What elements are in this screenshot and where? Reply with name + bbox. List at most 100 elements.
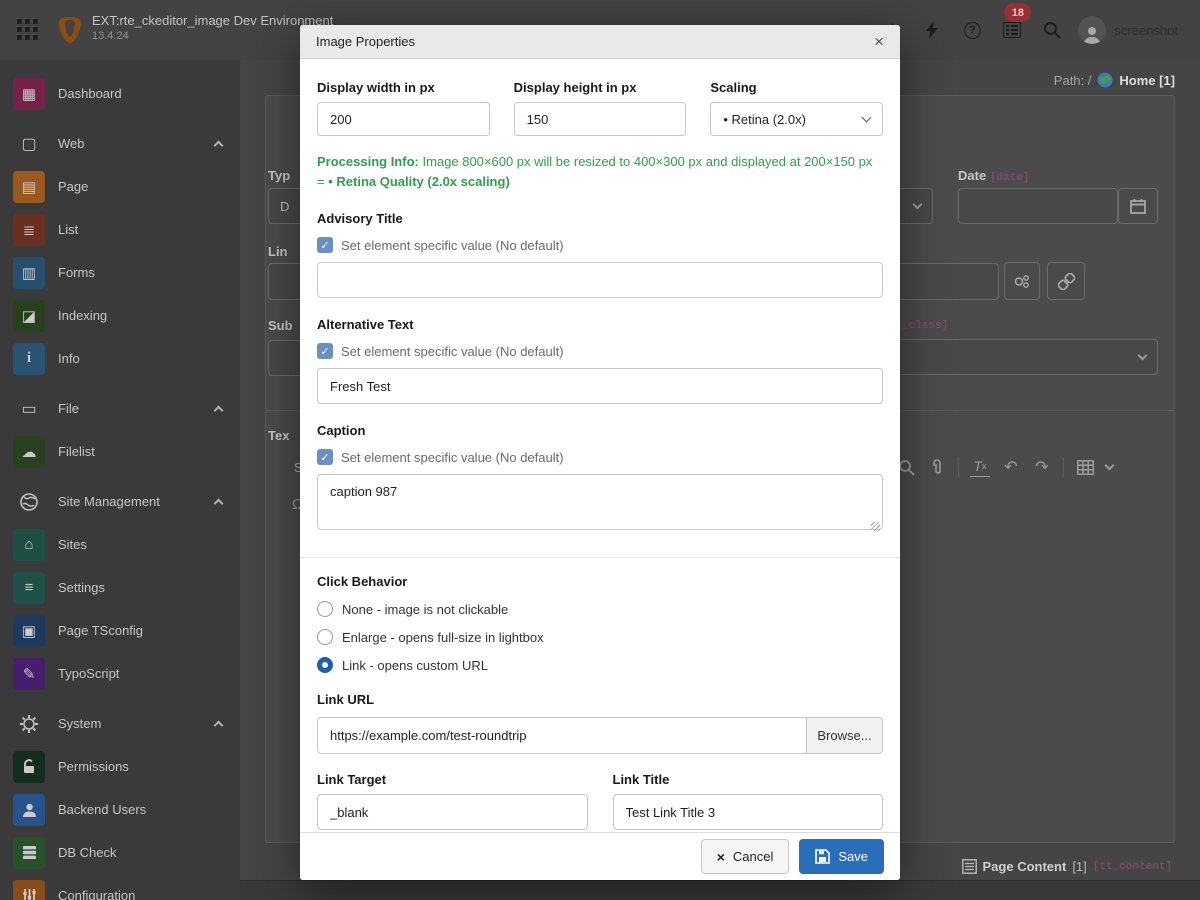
radio-link-circle[interactable] [317, 657, 333, 673]
link-target-label: Link Target [317, 772, 588, 787]
date-tag: [date] [990, 172, 1030, 184]
sidebar-item-dashboard[interactable]: ▦Dashboard [0, 72, 240, 115]
link-wizard-button[interactable] [1004, 262, 1040, 300]
caption-textarea-wrap: caption 987 [317, 474, 883, 535]
sidebar-item-sites[interactable]: ⌂Sites [0, 523, 240, 566]
link-url-label: Link URL [317, 692, 374, 707]
avatar-person-icon [1082, 24, 1102, 44]
advisory-checkbox-row: ✓ Set element specific value (No default… [317, 234, 883, 256]
file-image-icon: ▭ [13, 393, 45, 425]
modal-close-icon[interactable]: × [874, 33, 884, 50]
radio-link[interactable]: Link - opens custom URL [317, 657, 883, 673]
path-label: Path: / [1054, 73, 1092, 88]
browse-button[interactable]: Browse... [807, 717, 883, 754]
link-browser-button[interactable] [1047, 262, 1085, 300]
height-field-group: Display height in px [514, 80, 687, 136]
remove-format-icon[interactable]: Tx [970, 457, 990, 477]
link-url-input[interactable] [317, 717, 807, 754]
sidebar-item-settings[interactable]: ≡Settings [0, 566, 240, 609]
lock-icon [13, 751, 45, 783]
advisory-title-group: Advisory Title ✓ Set element specific va… [317, 210, 883, 298]
chevron-down-icon [913, 200, 923, 210]
sidebar-item-configuration[interactable]: Configuration [0, 874, 240, 900]
link-target-input[interactable] [317, 794, 588, 830]
undo-icon[interactable]: ↶ [1001, 457, 1021, 477]
link-meta-row: Link Target Link Title [317, 772, 883, 830]
sidebar-section-site-management[interactable]: Site Management [0, 480, 240, 523]
sidebar-item-page[interactable]: ▤Page [0, 165, 240, 208]
current-page[interactable]: Home [1] [1119, 73, 1175, 88]
sidebar-item-list[interactable]: ≣List [0, 208, 240, 251]
radio-none-label: None - image is not clickable [342, 602, 508, 617]
sidebar-item-db-check[interactable]: DB Check [0, 831, 240, 874]
toolbar-separator [1063, 457, 1064, 477]
advisory-title-input[interactable] [317, 262, 883, 298]
link-title-input[interactable] [613, 794, 884, 830]
sidebar-item-backend-users[interactable]: Backend Users [0, 788, 240, 831]
sidebar-item-label: Forms [58, 265, 222, 280]
alternative-text-group: Alternative Text ✓ Set element specific … [317, 316, 883, 404]
width-input[interactable] [317, 102, 490, 136]
link-url-input-group: Browse... [317, 717, 883, 754]
advisory-checkbox[interactable]: ✓ [317, 237, 333, 253]
alternative-text-input[interactable] [317, 368, 883, 404]
caption-label: Caption [317, 423, 365, 438]
caption-textarea[interactable]: caption 987 [317, 474, 883, 530]
sidebar-item-label: Page [58, 179, 222, 194]
sliders-icon [13, 880, 45, 900]
gear-icon [13, 708, 45, 740]
sidebar-section-label: System [58, 716, 215, 731]
save-button[interactable]: Save [799, 839, 884, 874]
alternative-text-label: Alternative Text [317, 317, 414, 332]
module-grid-icon[interactable] [17, 19, 41, 41]
sidebar-item-filelist[interactable]: ☁Filelist [0, 430, 240, 473]
sidebar-item-forms[interactable]: ▥Forms [0, 251, 240, 294]
chevron-up-icon [214, 720, 224, 730]
scaling-label: Scaling [710, 80, 883, 95]
height-input[interactable] [514, 102, 687, 136]
app-title: EXT:rte_ckeditor_image Dev Environment [92, 13, 333, 28]
caption-checkbox[interactable]: ✓ [317, 449, 333, 465]
sidebar-item-permissions[interactable]: Permissions [0, 745, 240, 788]
radio-none-circle[interactable] [317, 601, 333, 617]
alternative-checkbox[interactable]: ✓ [317, 343, 333, 359]
sidebar-section-file[interactable]: ▭File [0, 387, 240, 430]
sidebar-item-label: DB Check [58, 845, 222, 860]
date-field-label: Date [date] [958, 168, 1029, 184]
flush-cache-button[interactable] [912, 0, 952, 60]
sidebar-section-system[interactable]: System [0, 702, 240, 745]
redo-icon[interactable]: ↷ [1032, 457, 1052, 477]
sidebar-item-page-tsconfig[interactable]: ▣Page TSconfig [0, 609, 240, 652]
sidebar-item-info[interactable]: iInfo [0, 337, 240, 380]
chevron-down-icon[interactable] [1105, 461, 1115, 471]
sidebar-item-typoscript[interactable]: ✎TypoScript [0, 652, 240, 695]
table-icon[interactable] [1075, 457, 1095, 477]
modal-footer: × Cancel Save [300, 832, 900, 880]
advisory-title-label: Advisory Title [317, 211, 403, 226]
user-icon [13, 794, 45, 826]
caption-group: Caption ✓ Set element specific value (No… [317, 422, 883, 535]
resize-handle[interactable] [871, 522, 880, 531]
system-log-button[interactable]: 18 [992, 0, 1032, 60]
search-button[interactable] [1032, 0, 1072, 60]
breadcrumb: Path: / Home [1] [1054, 72, 1175, 88]
date-picker-button[interactable] [1118, 188, 1158, 224]
bottom-bar [240, 880, 1200, 900]
anchor-link-icon[interactable] [927, 457, 947, 477]
rte-toolbar: Tx ↶ ↷ [896, 454, 1113, 480]
radio-enlarge-circle[interactable] [317, 629, 333, 645]
width-label: Display width in px [317, 80, 490, 95]
radio-enlarge[interactable]: Enlarge - opens full-size in lightbox [317, 629, 883, 645]
radio-none[interactable]: None - image is not clickable [317, 601, 883, 617]
sidebar-item-label: Filelist [58, 444, 222, 459]
date-input[interactable] [958, 188, 1118, 224]
sidebar-section-web[interactable]: ▢Web [0, 122, 240, 165]
sidebar-item-indexing[interactable]: ◪Indexing [0, 294, 240, 337]
help-button[interactable]: ? [952, 0, 992, 60]
chevron-up-icon [214, 405, 224, 415]
chevron-down-icon [862, 112, 872, 122]
sidebar-item-label: Page TSconfig [58, 623, 222, 638]
scaling-select[interactable]: • Retina (2.0x) [710, 102, 883, 136]
cancel-button[interactable]: × Cancel [701, 839, 790, 874]
user-menu[interactable]: screenshot [1072, 0, 1200, 60]
